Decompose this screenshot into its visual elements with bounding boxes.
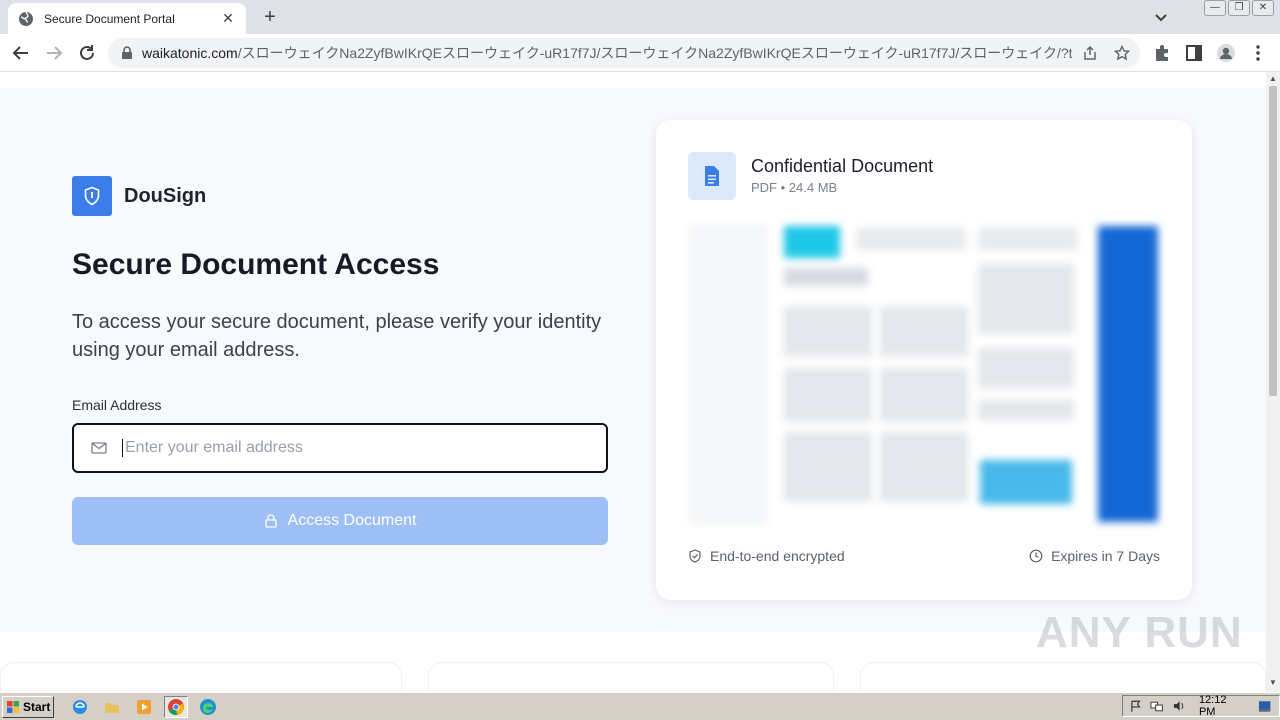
media-player-taskbar-icon[interactable] <box>132 696 156 718</box>
feature-card <box>428 662 834 692</box>
restore-button[interactable]: ❐ <box>1228 0 1250 16</box>
encryption-status: End-to-end encrypted <box>688 548 845 564</box>
browser-menu-kebab-icon[interactable] <box>1248 43 1268 63</box>
access-document-label: Access Document <box>287 512 417 529</box>
shield-icon <box>84 186 100 206</box>
document-icon-box <box>688 152 736 200</box>
folder-icon <box>105 702 119 713</box>
expiry-status: Expires in 7 Days <box>1029 548 1160 564</box>
window-controls: — ❐ ✕ <box>1204 0 1274 16</box>
volume-icon[interactable] <box>1172 699 1185 713</box>
windows-taskbar: Start 12:12 PM <box>0 692 1280 720</box>
expiry-label: Expires in 7 Days <box>1051 548 1160 564</box>
chrome-icon <box>168 698 184 715</box>
page-scrollbar[interactable]: ▲ ▼ <box>1266 72 1280 692</box>
media-player-icon <box>137 699 151 714</box>
document-card: Confidential Document PDF • 24.4 MB End-… <box>656 120 1192 600</box>
feature-card <box>0 662 402 692</box>
profile-avatar-icon[interactable] <box>1216 43 1236 63</box>
brand-name: DouSign <box>124 184 207 207</box>
browser-tab[interactable]: Secure Document Portal ✕ <box>8 3 246 34</box>
extensions-puzzle-icon[interactable] <box>1152 43 1172 63</box>
browser-tab-bar: Secure Document Portal ✕ + — ❐ ✕ <box>0 0 1280 34</box>
anyrun-watermark: ANY RUN <box>1036 608 1243 657</box>
close-window-button[interactable]: ✕ <box>1252 0 1274 16</box>
file-explorer-taskbar-icon[interactable] <box>100 696 124 718</box>
page-title: Secure Document Access <box>72 248 440 281</box>
document-title: Confidential Document <box>751 156 934 176</box>
system-tray: 12:12 PM <box>1122 694 1280 718</box>
minimize-button[interactable]: — <box>1204 0 1226 16</box>
network-icon[interactable] <box>1150 699 1164 713</box>
email-input[interactable] <box>122 439 582 457</box>
mail-icon <box>91 442 107 454</box>
scroll-thumb[interactable] <box>1269 86 1277 396</box>
show-desktop-icon[interactable] <box>1258 699 1271 713</box>
bookmark-star-icon[interactable] <box>1114 45 1130 61</box>
side-panel-icon[interactable] <box>1184 43 1204 63</box>
taskbar-clock[interactable]: 12:12 PM <box>1199 694 1244 718</box>
clock-icon <box>1029 549 1043 563</box>
page-viewport: DouSign Secure Document Access To access… <box>0 72 1266 692</box>
chrome-taskbar-icon[interactable] <box>164 695 188 718</box>
new-tab-button[interactable]: + <box>258 5 282 29</box>
feature-cards-row <box>0 662 1266 692</box>
globe-icon <box>19 11 33 26</box>
share-icon[interactable] <box>1082 45 1098 61</box>
email-field-wrapper[interactable] <box>72 423 608 473</box>
access-document-button[interactable]: Access Document <box>72 497 608 545</box>
back-arrow-icon[interactable] <box>10 42 32 64</box>
scroll-down-arrow-icon[interactable]: ▼ <box>1269 678 1277 687</box>
internet-explorer-taskbar-icon[interactable] <box>68 696 92 718</box>
tab-search-chevron-icon[interactable] <box>1152 8 1170 26</box>
brand: DouSign <box>72 176 206 216</box>
action-center-flag-icon[interactable] <box>1129 699 1142 713</box>
lock-icon[interactable] <box>120 46 134 60</box>
tab-close-icon[interactable]: ✕ <box>220 10 236 27</box>
edge-icon <box>200 698 216 715</box>
start-label: Start <box>23 699 51 714</box>
edge-taskbar-icon[interactable] <box>196 696 220 718</box>
document-meta: PDF • 24.4 MB <box>751 180 838 195</box>
shield-check-icon <box>689 549 701 563</box>
forward-arrow-icon[interactable] <box>43 42 65 64</box>
start-button[interactable]: Start <box>2 695 54 718</box>
tab-title: Secure Document Portal <box>44 11 175 26</box>
lock-icon <box>264 514 277 528</box>
brand-logo <box>72 176 112 216</box>
internet-explorer-icon <box>73 699 87 714</box>
reload-icon[interactable] <box>76 42 98 64</box>
document-icon <box>705 166 719 186</box>
feature-card <box>860 662 1266 692</box>
email-label: Email Address <box>72 397 162 413</box>
page-subtitle: To access your secure document, please v… <box>72 311 602 361</box>
address-bar[interactable]: waikatonic.com/スローウェイクNa2ZyfBwIKrQEスローウェ… <box>108 38 1140 68</box>
hero-section: DouSign Secure Document Access To access… <box>0 88 1266 632</box>
scroll-up-arrow-icon[interactable]: ▲ <box>1269 74 1277 83</box>
browser-toolbar: waikatonic.com/スローウェイクNa2ZyfBwIKrQEスローウェ… <box>0 34 1280 72</box>
encryption-label: End-to-end encrypted <box>710 548 845 564</box>
blurred-document-preview <box>688 224 1160 524</box>
url-text: waikatonic.com/スローウェイクNa2ZyfBwIKrQEスローウェ… <box>142 45 1072 61</box>
windows-flag-icon <box>7 700 19 713</box>
